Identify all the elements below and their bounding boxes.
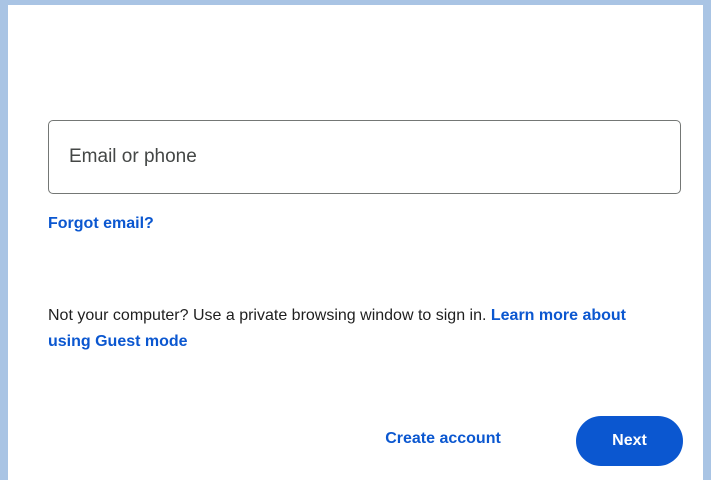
guest-mode-message: Not your computer? Use a private browsin… xyxy=(48,303,663,355)
email-field[interactable] xyxy=(48,120,681,194)
guest-mode-text: Not your computer? Use a private browsin… xyxy=(48,307,491,324)
window-left-border xyxy=(0,0,8,480)
email-input[interactable] xyxy=(49,121,680,193)
next-button[interactable]: Next xyxy=(576,416,683,466)
window-right-border xyxy=(703,0,711,480)
forgot-email-link[interactable]: Forgot email? xyxy=(48,215,154,233)
signin-card: Forgot email? Not your computer? Use a p… xyxy=(8,5,703,480)
create-account-button[interactable]: Create account xyxy=(363,417,523,461)
